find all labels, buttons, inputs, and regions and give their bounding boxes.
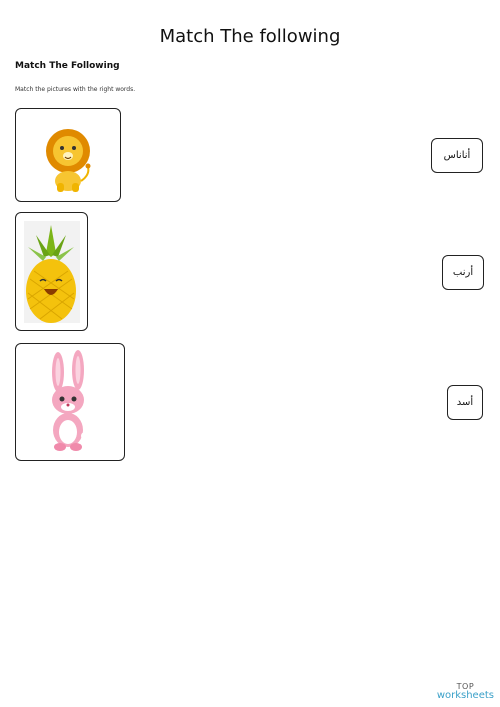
page-title: Match The following	[159, 26, 341, 47]
brand-logo: TOP worksheets	[437, 683, 494, 701]
word-box-2[interactable]: أرنب	[442, 255, 484, 290]
picture-card-rabbit[interactable]	[15, 343, 125, 461]
word-box-3[interactable]: أسد	[447, 385, 483, 420]
word-box-1[interactable]: أناناس	[431, 138, 483, 173]
pineapple-icon	[24, 221, 80, 323]
rabbit-icon	[52, 350, 89, 451]
lion-icon	[46, 129, 91, 192]
brand-name-label: worksheets	[436, 690, 494, 701]
picture-card-pineapple[interactable]	[15, 212, 88, 331]
section-subtitle: Match The Following	[15, 61, 120, 71]
picture-card-lion[interactable]	[15, 108, 121, 202]
instructions-text: Match the pictures with the right words.	[15, 86, 136, 93]
